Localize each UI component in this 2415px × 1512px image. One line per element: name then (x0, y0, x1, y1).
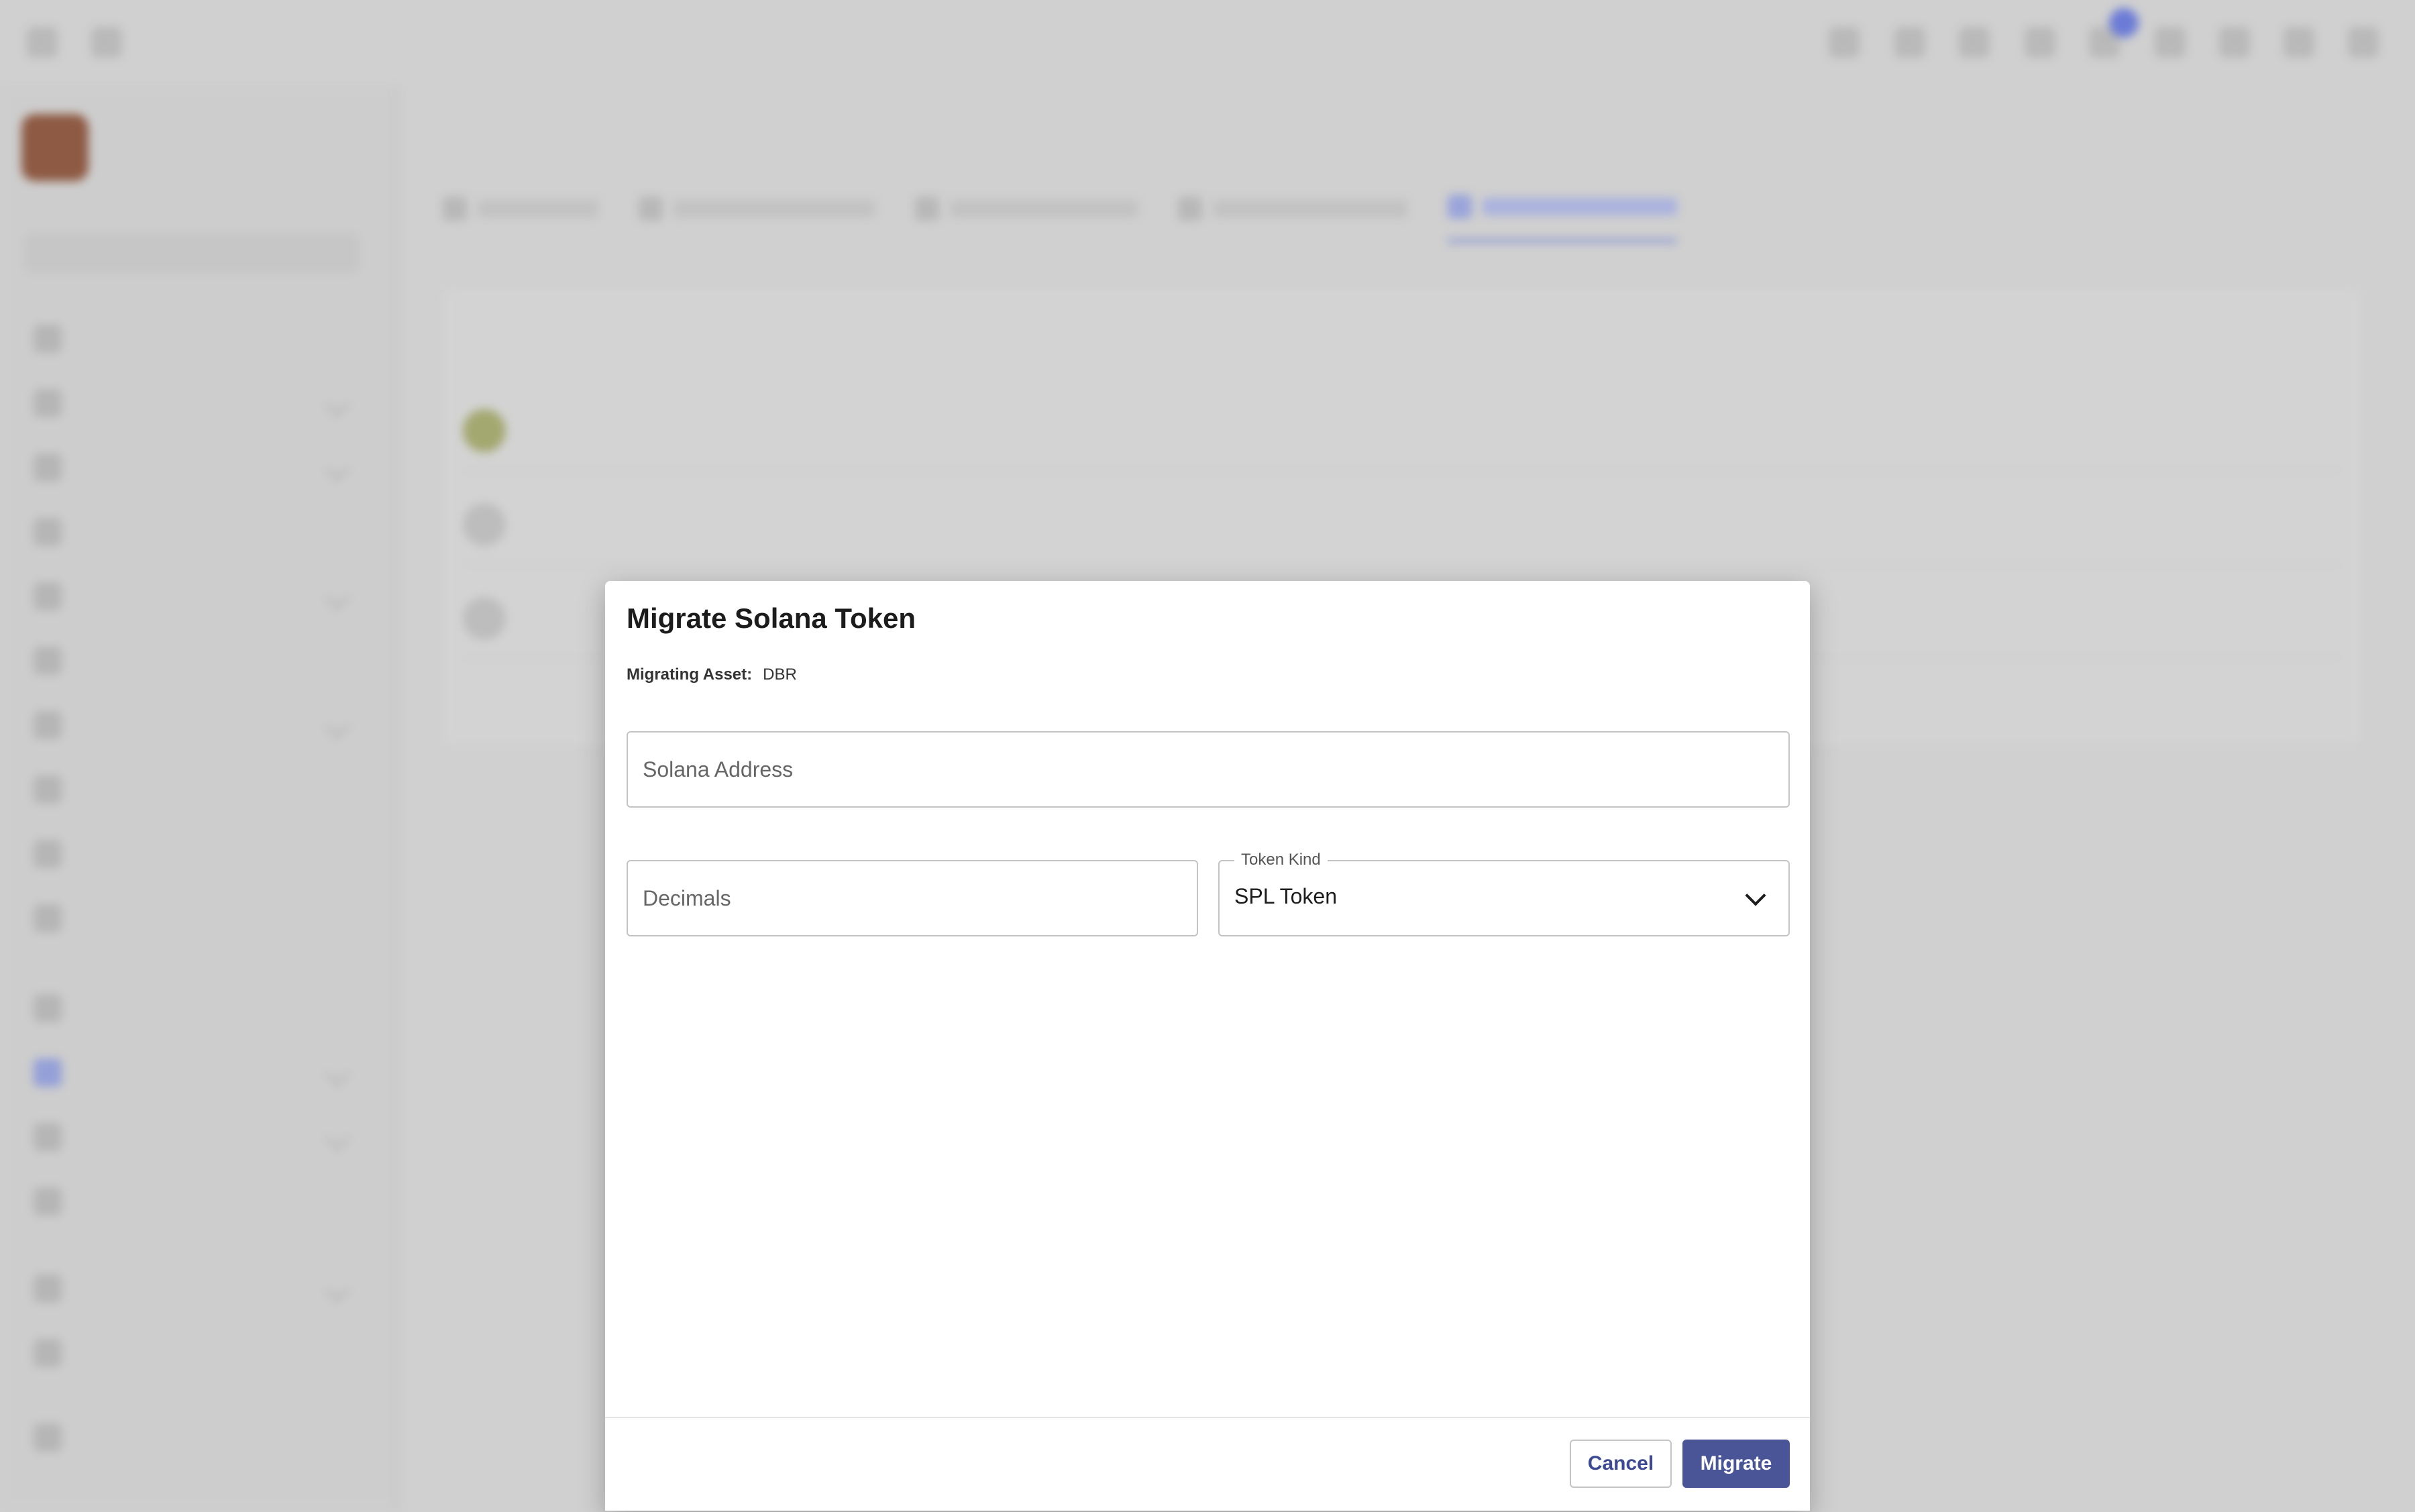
nav-icon (34, 711, 62, 739)
back-icon (27, 27, 58, 58)
sidebar-item (34, 902, 82, 935)
notification-badge (2109, 8, 2139, 38)
logo-image (21, 114, 89, 181)
nav-icon (34, 904, 62, 932)
solana-address-input[interactable] (628, 733, 1788, 806)
table-row (463, 389, 2341, 471)
toolbar-icon (1894, 27, 1925, 58)
sidebar-search (24, 233, 360, 274)
nav-icon (34, 1423, 62, 1452)
nav-icon (34, 453, 62, 482)
sidebar-item (34, 1185, 82, 1218)
toolbar-icon (2155, 27, 2186, 58)
decimals-input[interactable] (628, 861, 1197, 935)
cancel-button[interactable]: Cancel (1570, 1440, 1672, 1488)
sidebar-item (34, 991, 82, 1025)
tab-icon (1448, 195, 1472, 219)
nav-icon (34, 775, 62, 804)
token-kind-select[interactable]: Token Kind SPL Token (1218, 851, 1790, 936)
tab-icon (915, 197, 939, 221)
asset-avatar (463, 409, 506, 452)
sidebar-item (34, 708, 82, 742)
toolbar-icon (1959, 27, 1990, 58)
sidebar-item (34, 773, 82, 806)
sidebar-item (34, 1120, 82, 1154)
sidebar-item (34, 386, 82, 420)
sidebar-item (34, 644, 82, 678)
nav-icon (34, 647, 62, 675)
nav-icon (34, 1339, 62, 1367)
sidebar-item (34, 451, 82, 484)
nav-icon (34, 1187, 62, 1216)
toolbar-icon (2025, 27, 2055, 58)
tab (1178, 195, 1407, 243)
nav-icon (34, 325, 62, 353)
sidebar-item (34, 1272, 82, 1305)
tab-icon (639, 197, 663, 221)
sidebar-item (34, 322, 82, 356)
token-kind-value: SPL Token (1234, 884, 1337, 908)
decimals-field[interactable] (627, 860, 1198, 936)
sidebar-item (34, 580, 82, 613)
sidebar-item (34, 515, 82, 549)
table-row (463, 483, 2341, 565)
asset-avatar (463, 597, 506, 640)
toolbar-icon (2284, 27, 2314, 58)
migrating-asset-value: DBR (763, 665, 797, 684)
tab-icon (443, 197, 467, 221)
sidebar-item (34, 1336, 82, 1370)
nav-icon (34, 1123, 62, 1151)
nav-icon (34, 994, 62, 1022)
migrate-button[interactable]: Migrate (1682, 1440, 1790, 1488)
tab-bar (443, 195, 1677, 243)
sidebar-item-active (34, 1056, 82, 1089)
menu-icon (91, 27, 122, 58)
migrating-asset-label: Migrating Asset: (627, 665, 753, 684)
nav-icon (34, 1059, 62, 1087)
migrating-asset-line: Migrating Asset: DBR (627, 665, 797, 684)
tab (915, 195, 1138, 243)
tab-active (1448, 195, 1677, 243)
tab (443, 195, 598, 243)
chevron-down-icon[interactable] (1745, 885, 1766, 906)
nav-icon (34, 1275, 62, 1303)
nav-icon (34, 840, 62, 868)
solana-address-field[interactable] (627, 731, 1790, 808)
toolbar-icon (2348, 27, 2379, 58)
nav-icon (34, 582, 62, 610)
tab (639, 195, 875, 243)
migrate-solana-token-dialog: Migrate Solana Token Migrating Asset: DBR… (605, 581, 1810, 1511)
toolbar-icon (2219, 27, 2250, 58)
token-kind-label: Token Kind (1234, 851, 1328, 869)
nav-icon (34, 389, 62, 417)
asset-avatar (463, 503, 506, 546)
sidebar-item (34, 1421, 82, 1454)
tab-icon (1178, 197, 1202, 221)
nav-icon (34, 518, 62, 546)
top-toolbar (0, 0, 2415, 86)
sidebar-item (34, 837, 82, 871)
toolbar-icon (1829, 27, 1860, 58)
dialog-title: Migrate Solana Token (627, 602, 916, 634)
